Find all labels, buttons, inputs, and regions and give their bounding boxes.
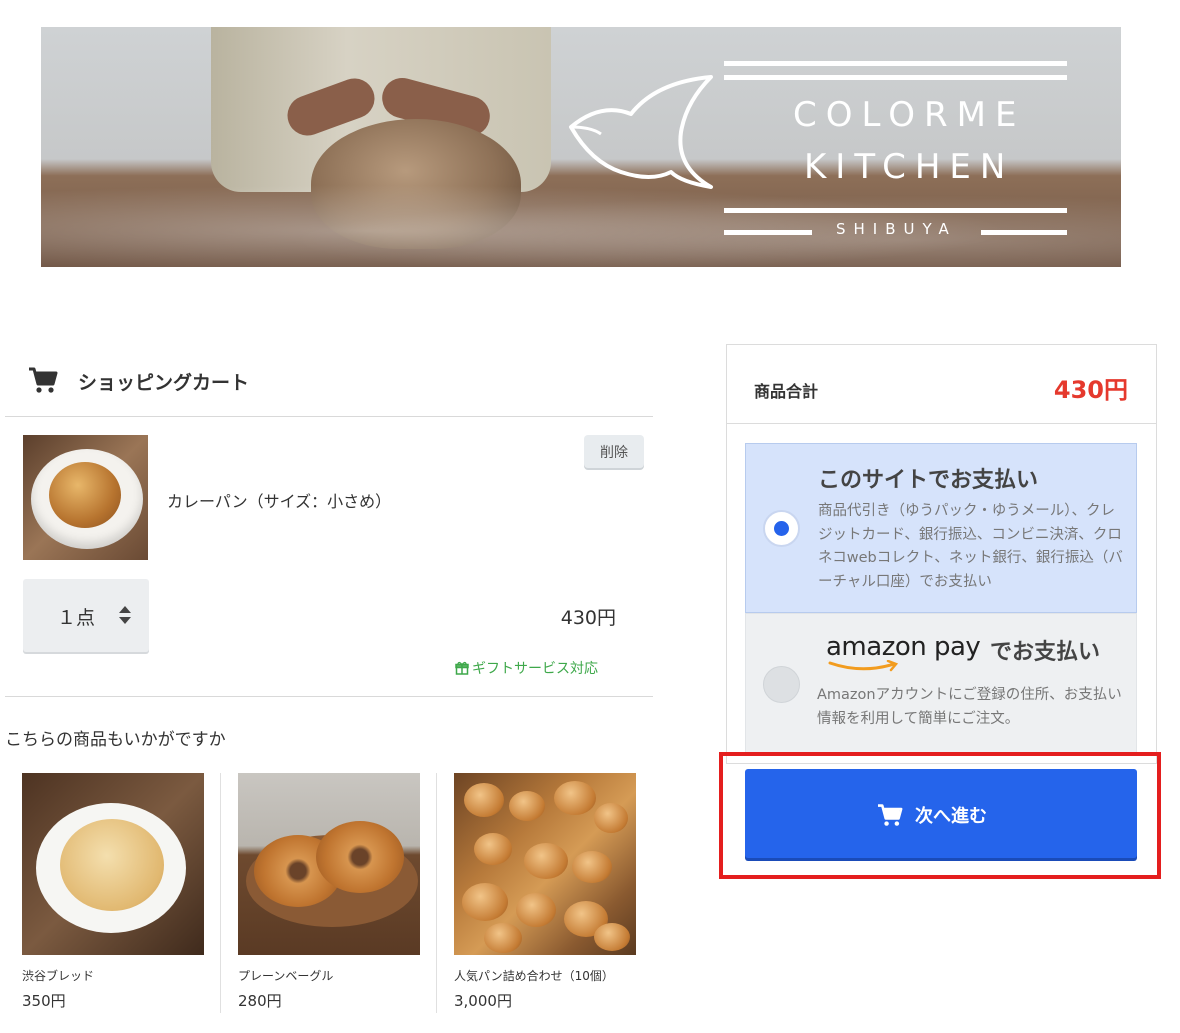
column-separator [436,773,437,1013]
recommendation-image[interactable] [22,773,204,955]
gift-text: ギフトサービス対応 [472,661,598,677]
logo-line1: COLORME [793,95,1026,135]
payment-option-description: 商品代引き（ゆうパック・ゆうメール）、クレジットカード、銀行振込、コンビニ決済、… [818,503,1123,590]
cart-title: ショッピングカート [78,372,250,394]
gift-icon [455,661,469,675]
cart-header: ショッピングカート [5,346,653,417]
header-banner: COLORME KITCHEN SHIBUYA [41,27,1121,267]
gift-service-label: ギフトサービス対応 [455,658,598,678]
recommendation-price: 3,000円 [454,992,512,1010]
payment-option-amazon[interactable]: amazon pay でお支払い Amazonアカウントにご登録の住所、お支払い… [745,613,1137,754]
logo-line2: KITCHEN [804,147,1015,187]
recommendation-image[interactable] [454,773,636,955]
recommendation-price: 350円 [22,992,66,1010]
logo-sub: SHIBUYA [836,220,957,238]
next-button[interactable]: 次へ進む [745,769,1137,858]
next-button-label: 次へ進む [915,806,987,827]
recommendation-price: 280円 [238,992,282,1010]
quantity-value: １点 [57,607,96,629]
recommendation-item[interactable]: 人気パン詰め合わせ（10個） 3,000円 [454,773,654,1011]
amazon-pay-suffix: でお支払い [990,640,1101,665]
qty-arrows-icon [119,606,131,624]
amazon-pay-logo: amazon pay [826,632,981,662]
cart-item-price: 430円 [560,607,616,629]
payment-option-description: Amazonアカウントにご登録の住所、お支払い情報を利用して簡単にご注文。 [817,687,1122,727]
delete-button[interactable]: 削除 [584,435,644,468]
amazon-smile-icon [828,660,899,672]
cart-item-image[interactable] [23,435,148,560]
payment-radio-amazon[interactable] [763,666,800,703]
recommendation-name[interactable]: プレーンベーグル [238,967,438,984]
divider [5,696,653,697]
recommendation-name[interactable]: 渋谷ブレッド [22,967,222,984]
panel-divider [727,423,1156,424]
bird-logo-icon [569,75,713,189]
column-separator [220,773,221,1013]
recommendation-item[interactable]: プレーンベーグル 280円 [238,773,438,1011]
recommendation-image[interactable] [238,773,420,955]
payment-option-title: このサイトでお支払い [818,468,1039,493]
subtotal-label: 商品合計 [754,382,819,401]
cart-icon [29,367,58,393]
recommendation-name[interactable]: 人気パン詰め合わせ（10個） [454,967,654,984]
cart-item-name[interactable]: カレーパン（サイズ：小さめ） [167,488,391,512]
recommendations-title: こちらの商品もいかがですか [5,730,226,750]
quantity-select[interactable]: １点 [23,579,149,652]
recommendation-item[interactable]: 渋谷ブレッド 350円 [22,773,222,1011]
payment-radio-site[interactable] [763,510,800,547]
subtotal-value: 430円 [1053,376,1128,404]
payment-option-site[interactable]: このサイトでお支払い 商品代引き（ゆうパック・ゆうメール）、クレジットカード、銀… [745,443,1137,613]
cart-icon [878,804,903,826]
